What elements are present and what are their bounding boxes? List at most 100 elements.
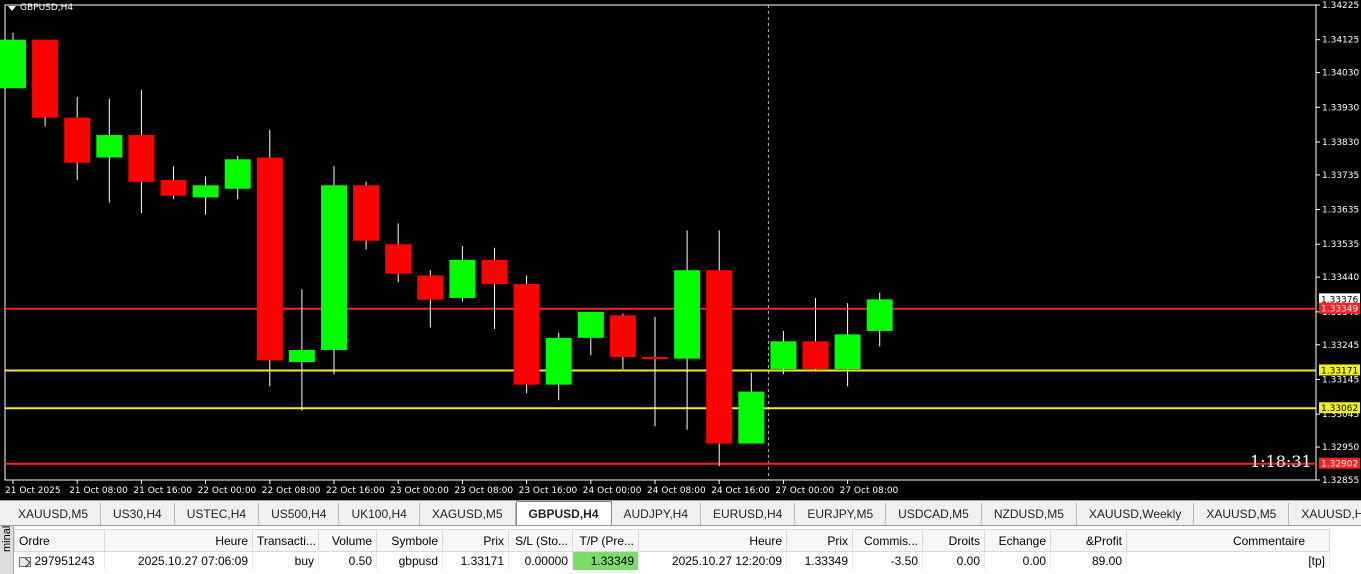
column-header[interactable]: Heure: [104, 529, 253, 552]
time-tick-label: 24 Oct 00:00: [583, 486, 642, 496]
time-tick-label: 22 Oct 16:00: [326, 486, 385, 496]
order-number: 297951243: [34, 553, 95, 568]
time-tick-label: 27 Oct 08:00: [840, 486, 899, 496]
column-header[interactable]: &Profit: [1050, 529, 1127, 552]
time-tick-label: 22 Oct 00:00: [198, 486, 257, 496]
candle-body[interactable]: [738, 391, 765, 444]
candle-body[interactable]: [288, 349, 315, 363]
price-tick-label: 1.34225: [1322, 1, 1359, 11]
order-ticket-icon: [18, 556, 31, 567]
chart-tab[interactable]: XAUUSD,H1: [1289, 503, 1361, 525]
price-tick-label: 1.33830: [1322, 138, 1359, 148]
candle-body[interactable]: [256, 157, 283, 361]
candle-body[interactable]: [32, 39, 59, 118]
candle-body[interactable]: [577, 311, 604, 338]
candle-body[interactable]: [770, 341, 797, 370]
table-cell: 1.33171: [442, 551, 509, 570]
chart-tab[interactable]: GBPUSD,H4: [515, 501, 612, 525]
candle-body[interactable]: [706, 270, 733, 444]
time-tick-label: 23 Oct 08:00: [454, 486, 513, 496]
price-level-label: 1.33349: [1321, 305, 1358, 315]
candle-body[interactable]: [385, 244, 412, 274]
table-row[interactable]: 297951243 2025.10.27 07:06:09 buy 0.50 gbpus…: [14, 551, 1330, 570]
candle-body[interactable]: [160, 180, 187, 196]
column-header[interactable]: Transacti...: [252, 529, 319, 552]
price-tick-label: 1.34125: [1322, 36, 1359, 46]
chart-tab[interactable]: EURUSD,H4: [701, 503, 796, 525]
table-cell: 297951243: [14, 551, 105, 570]
table-cell: 89.00: [1050, 551, 1127, 570]
price-level-label: 1.33062: [1321, 404, 1358, 414]
candle-body[interactable]: [353, 185, 380, 241]
column-header[interactable]: Commis...: [852, 529, 923, 552]
time-tick-label: 27 Oct 00:00: [775, 486, 834, 496]
candle-body[interactable]: [642, 356, 668, 359]
column-header[interactable]: Heure: [638, 529, 787, 552]
time-tick-label: 22 Oct 08:00: [262, 486, 321, 496]
chart-tab[interactable]: EURJPY,M5: [795, 503, 887, 525]
chart-menu-triangle-icon[interactable]: [8, 5, 16, 11]
column-header[interactable]: Symbole: [376, 529, 443, 552]
price-tick-label: 1.33930: [1322, 103, 1359, 113]
candle-body[interactable]: [674, 270, 701, 359]
table-cell: 1.33349: [786, 551, 853, 570]
chart-tab[interactable]: US500,H4: [259, 503, 340, 525]
table-cell: 0.00: [984, 551, 1051, 570]
column-header[interactable]: Droits: [922, 529, 985, 552]
candle-body[interactable]: [417, 275, 444, 300]
column-header[interactable]: Ordre: [14, 529, 105, 552]
price-tick-label: 1.33245: [1322, 341, 1359, 351]
candlestick-chart[interactable]: 1.34225 1.34125 1.34030 1.33930 1.33830 1.337…: [0, 0, 1361, 500]
chart-tab[interactable]: XAUUSD,M5: [1194, 503, 1290, 525]
candle-body[interactable]: [224, 159, 251, 189]
candle-body[interactable]: [609, 315, 636, 357]
time-tick-label: 21 Oct 2025: [5, 486, 61, 496]
table-cell: [tp]: [1126, 551, 1330, 570]
candle-body[interactable]: [481, 259, 508, 285]
chart-tab[interactable]: XAUUSD,M5: [6, 503, 102, 525]
table-cell: 1.33349: [572, 551, 639, 570]
price-tick-label: 1.34030: [1322, 69, 1359, 79]
terminal-side-label-text: minal: [1, 525, 13, 552]
terminal-side-label[interactable]: minal: [0, 526, 14, 574]
column-header[interactable]: T/P (Pre...: [572, 529, 639, 552]
candle-body[interactable]: [192, 185, 219, 198]
candle-body[interactable]: [513, 284, 540, 385]
chart-tab[interactable]: US30,H4: [101, 503, 175, 525]
table-cell: 0.50: [318, 551, 377, 570]
column-header[interactable]: Echange: [984, 529, 1051, 552]
chart-symbol-title[interactable]: GBPUSD,H4: [8, 3, 73, 13]
time-tick-label: 23 Oct 00:00: [390, 486, 449, 496]
terminal-panel: minal Ordre Heure Transacti... Volume Symbol…: [0, 525, 1361, 574]
column-header[interactable]: Prix: [442, 529, 509, 552]
table-header-row: Ordre Heure Transacti... Volume Symbole Prix S…: [14, 529, 1330, 552]
table-cell: 0.00000: [508, 551, 573, 570]
column-header[interactable]: S/L (Sto...: [508, 529, 573, 552]
column-header[interactable]: Volume: [318, 529, 377, 552]
price-tick-label: 1.33635: [1322, 206, 1359, 216]
candle-body[interactable]: [0, 39, 26, 89]
candle-body[interactable]: [96, 135, 123, 158]
candle-body[interactable]: [802, 341, 829, 370]
chart-tab[interactable]: XAUUSD,Weekly: [1077, 503, 1195, 525]
candle-body[interactable]: [834, 334, 861, 370]
chart-tab[interactable]: USDCAD,M5: [886, 503, 982, 525]
candle-body[interactable]: [866, 299, 893, 331]
chart-tab[interactable]: USTEC,H4: [175, 503, 260, 525]
chart-tab[interactable]: UK100,H4: [339, 503, 420, 525]
chart-tab[interactable]: NZDUSD,M5: [982, 503, 1077, 525]
column-header[interactable]: Commentaire: [1126, 529, 1330, 552]
candle-body[interactable]: [64, 117, 91, 163]
candle-body[interactable]: [321, 185, 347, 350]
table-cell: buy: [252, 551, 319, 570]
price-tick-label: 1.33145: [1322, 375, 1359, 385]
candle-body[interactable]: [545, 337, 572, 385]
price-tick-label: 1.33535: [1322, 240, 1359, 250]
candle-body[interactable]: [449, 259, 476, 298]
chart-tab[interactable]: XAGUSD,M5: [420, 503, 516, 525]
column-header[interactable]: Prix: [786, 529, 853, 552]
chart-tab[interactable]: AUDJPY,H4: [612, 503, 701, 525]
chart-window[interactable]: 1.34225 1.34125 1.34030 1.33930 1.33830 1.337…: [0, 0, 1361, 500]
time-tick-label: 23 Oct 16:00: [519, 486, 578, 496]
candle-body[interactable]: [128, 135, 155, 182]
